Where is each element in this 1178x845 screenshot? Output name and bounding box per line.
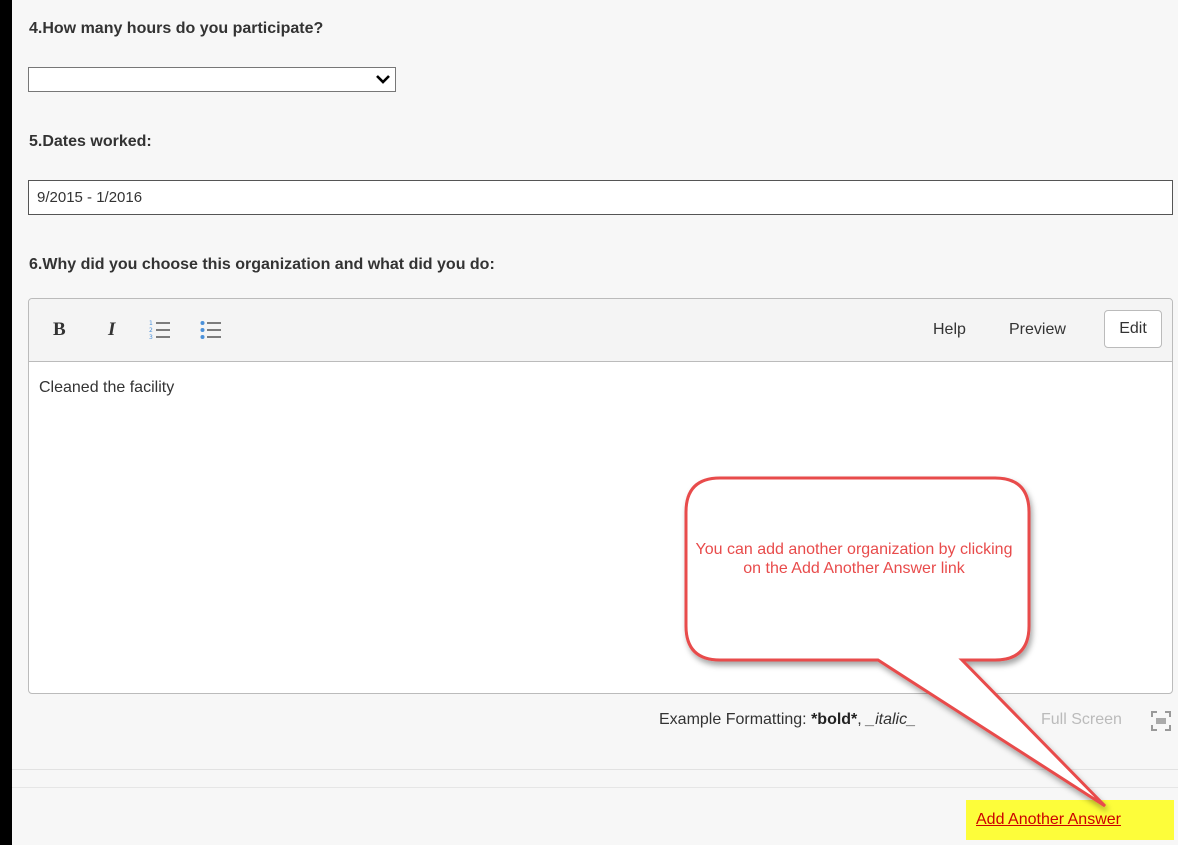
callout-text: You can add another organization by clic… [695, 541, 1013, 577]
divider [12, 787, 1178, 788]
dates-worked-input[interactable]: 9/2015 - 1/2016 [28, 180, 1173, 215]
chevron-down-icon [376, 75, 390, 84]
formatting-hint-prefix: Example Formatting: [659, 711, 812, 728]
add-answer-highlight: Add Another Answer [966, 800, 1174, 840]
formatting-hint-separator: , [857, 711, 867, 728]
divider [12, 769, 1178, 770]
svg-text:3: 3 [149, 334, 153, 341]
ordered-list-icon[interactable]: 1 2 3 [149, 319, 171, 341]
help-button[interactable]: Help [933, 321, 966, 339]
expand-icon[interactable] [1150, 710, 1172, 732]
bold-button[interactable]: B [53, 319, 66, 341]
svg-text:1: 1 [149, 320, 153, 327]
form-panel: 4.How many hours do you participate? 5.D… [12, 0, 1178, 845]
markdown-editor: B I 1 2 3 Help Preview Edit Cleaned the … [28, 298, 1173, 694]
preview-button[interactable]: Preview [1009, 321, 1066, 339]
formatting-hint-bold: *bold* [811, 711, 858, 728]
editor-toolbar: B I 1 2 3 Help Preview Edit [29, 299, 1172, 362]
svg-text:2: 2 [149, 327, 153, 334]
editor-textarea[interactable]: Cleaned the facility [39, 379, 174, 397]
unordered-list-icon[interactable] [200, 319, 222, 341]
question-6-label: 6.Why did you choose this organization a… [29, 256, 495, 273]
add-another-answer-link[interactable]: Add Another Answer [976, 811, 1121, 829]
full-screen-button[interactable]: Full Screen [1041, 711, 1122, 729]
italic-button[interactable]: I [108, 319, 115, 341]
formatting-hint-italic: _italic_ [866, 711, 916, 728]
edit-button[interactable]: Edit [1104, 310, 1162, 348]
formatting-hint: Example Formatting: *bold*, _italic_ [659, 711, 916, 729]
hours-select[interactable] [28, 67, 396, 92]
question-4-label: 4.How many hours do you participate? [29, 20, 324, 37]
question-5-label: 5.Dates worked: [29, 133, 152, 150]
